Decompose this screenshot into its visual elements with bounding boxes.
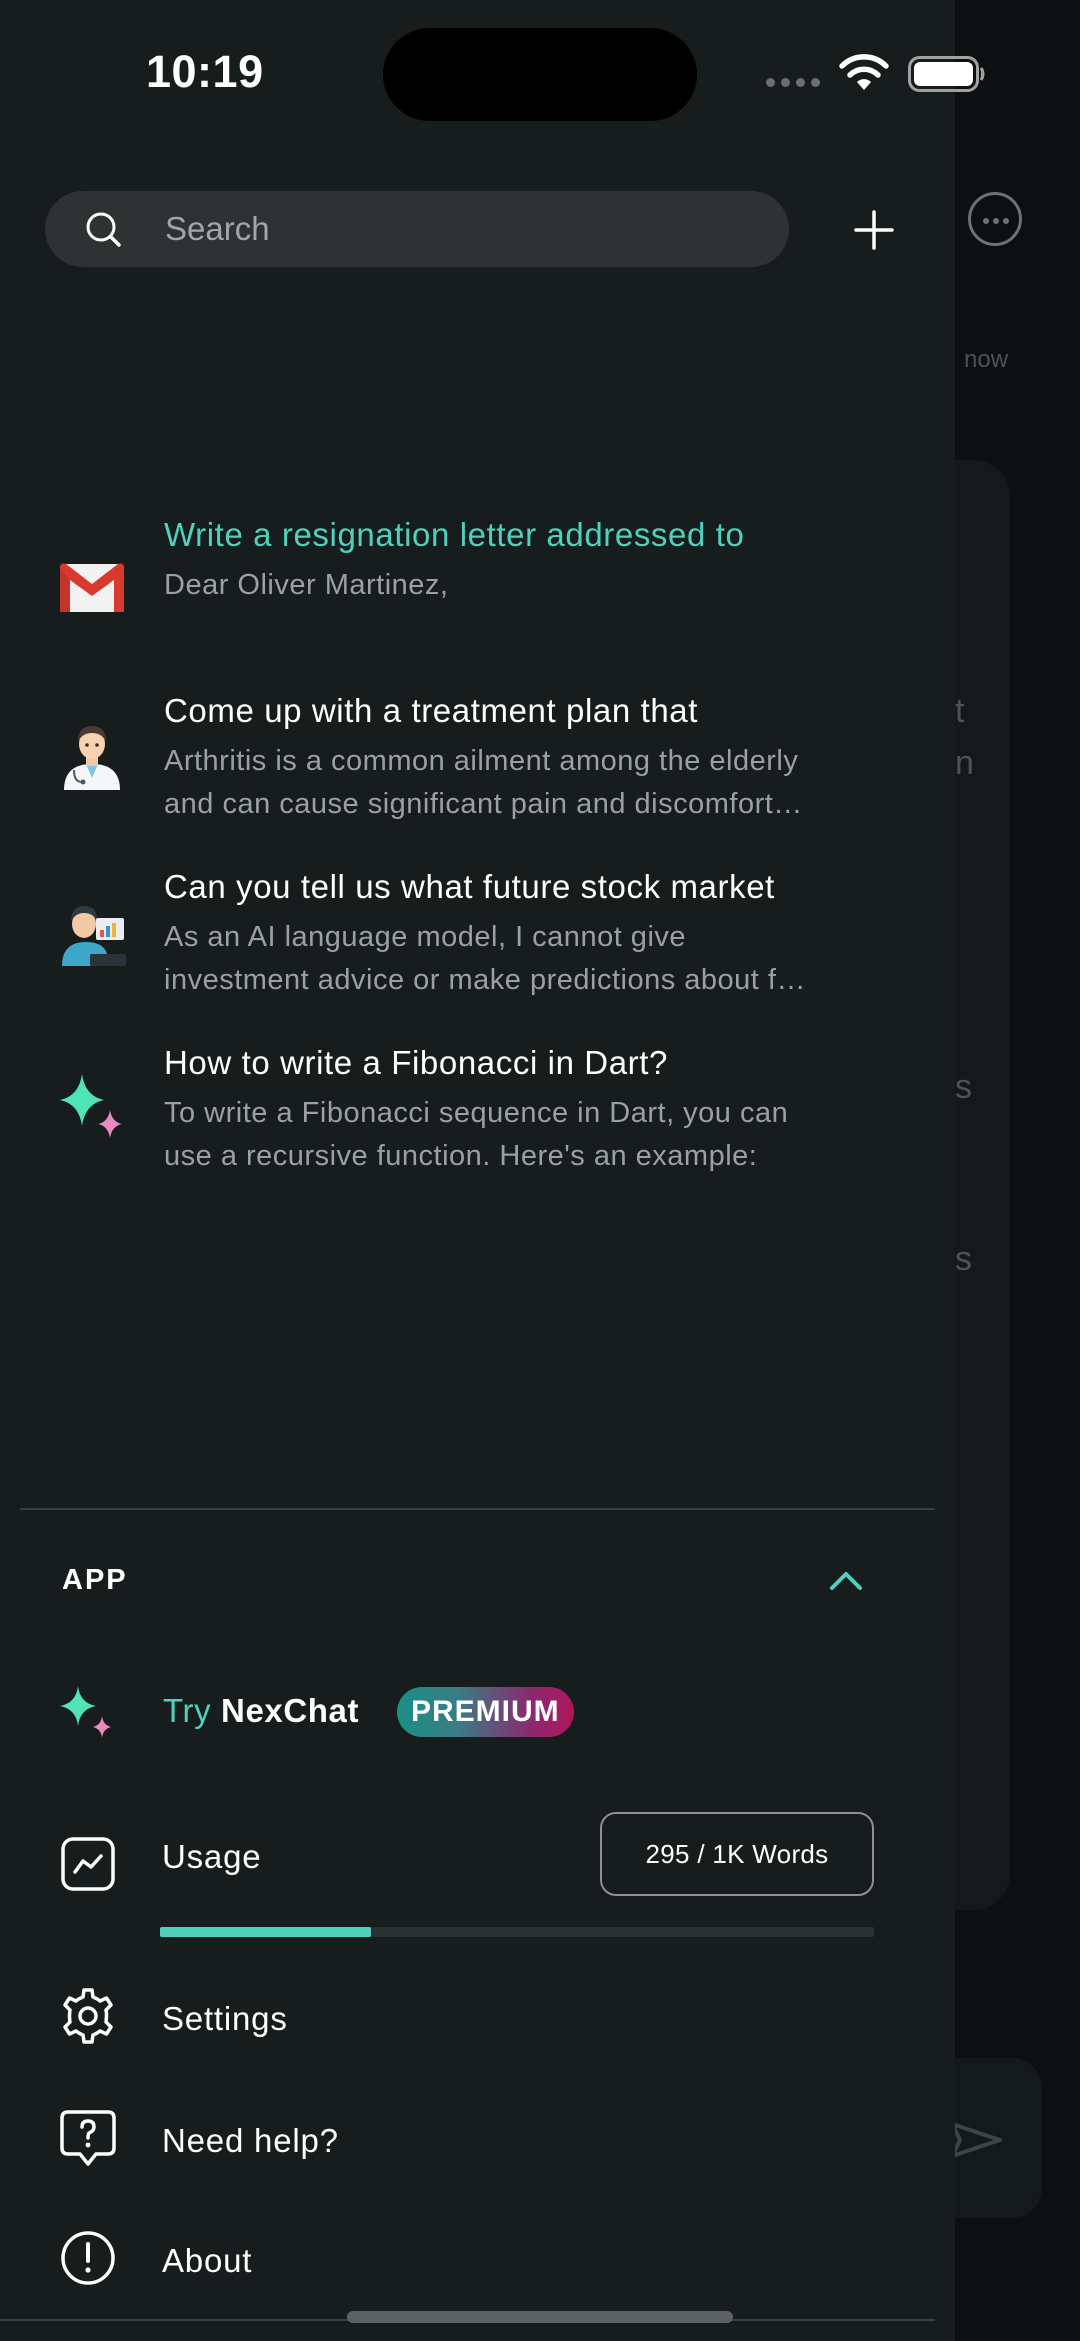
cellular-signal-icon — [766, 78, 820, 87]
help-label: Need help? — [162, 2122, 339, 2159]
help-icon — [60, 2110, 116, 2166]
search-icon — [86, 212, 121, 247]
conversation-preview: To write a Fibonacci sequence in Dart, y… — [164, 1092, 884, 1178]
preview-line: Dear Oliver Martinez, — [164, 569, 449, 601]
home-indicator[interactable] — [347, 2311, 733, 2323]
chat-text-fragment: n — [955, 744, 974, 782]
conversation-item[interactable]: Write a resignation letter addressed to … — [0, 516, 955, 666]
conversation-preview: Dear Oliver Martinez, — [164, 564, 884, 607]
chevron-up-icon[interactable] — [826, 1566, 866, 1594]
section-divider — [20, 1508, 935, 1510]
settings-label: Settings — [162, 2000, 288, 2037]
usage-progress-bar — [160, 1927, 874, 1937]
wifi-icon — [839, 54, 889, 90]
settings-item[interactable]: Settings — [0, 1982, 955, 2054]
doctor-icon — [64, 726, 120, 790]
try-premium-item[interactable]: Try NexChat PREMIUM — [0, 1680, 955, 1744]
conversation-preview: As an AI language model, I cannot give i… — [164, 916, 884, 1002]
try-label: Try — [163, 1692, 212, 1729]
preview-line: investment advice or make predictions ab… — [164, 964, 806, 996]
usage-label: Usage — [162, 1838, 262, 1875]
about-item[interactable]: About — [0, 2224, 955, 2296]
info-exclamation-icon — [61, 2231, 115, 2285]
sparkle-icon — [60, 1074, 122, 1138]
sparkle-icon — [60, 1686, 111, 1738]
navigation-drawer: 10:19 Write a resignation letter address… — [0, 0, 985, 2341]
conversation-item[interactable]: Come up with a treatment plan that Arthr… — [0, 692, 955, 842]
preview-line: use a recursive function. Here's an exam… — [164, 1140, 758, 1172]
stock-analyst-icon — [62, 906, 126, 966]
conversation-item[interactable]: How to write a Fibonacci in Dart? To wri… — [0, 1044, 955, 1194]
premium-badge: PREMIUM — [397, 1687, 574, 1737]
usage-words-badge: 295 / 1K Words — [600, 1812, 874, 1896]
conversation-item[interactable]: Can you tell us what future stock market… — [0, 868, 955, 1018]
chat-text-fragment: s — [955, 1068, 972, 1106]
conversation-preview: Arthritis is a common ailment among the … — [164, 740, 884, 826]
brand-name: NexChat — [221, 1692, 360, 1729]
usage-chart-icon — [61, 1837, 115, 1891]
conversation-title: How to write a Fibonacci in Dart? — [164, 1044, 668, 1081]
search-input[interactable] — [165, 191, 745, 267]
preview-line: and can cause significant pain and disco… — [164, 788, 803, 820]
preview-line: To write a Fibonacci sequence in Dart, y… — [164, 1097, 789, 1129]
usage-progress-fill — [160, 1927, 371, 1937]
app-section-header: APP — [62, 1564, 128, 1596]
gmail-icon — [60, 563, 124, 612]
preview-line: Arthritis is a common ailment among the … — [164, 745, 799, 777]
about-label: About — [162, 2242, 253, 2279]
preview-line: As an AI language model, I cannot give — [164, 921, 687, 953]
chat-text-fragment: s — [955, 1240, 972, 1278]
conversation-title: Come up with a treatment plan that — [164, 692, 699, 729]
dynamic-island — [383, 28, 697, 121]
status-time: 10:19 — [146, 46, 264, 97]
gear-icon — [63, 1988, 113, 2044]
more-options-icon — [968, 192, 1022, 246]
new-chat-button[interactable] — [850, 204, 898, 256]
conversation-title: Write a resignation letter addressed to — [164, 516, 745, 553]
chat-text-fragment: t — [955, 692, 965, 730]
help-item[interactable]: Need help? — [0, 2102, 955, 2174]
conversation-title: Can you tell us what future stock market — [164, 868, 775, 905]
message-timestamp: now — [964, 346, 1009, 373]
battery-icon — [908, 56, 985, 92]
try-premium-label: Try NexChat — [163, 1692, 359, 1730]
search-bar[interactable] — [45, 191, 789, 267]
send-icon — [950, 2122, 1002, 2158]
